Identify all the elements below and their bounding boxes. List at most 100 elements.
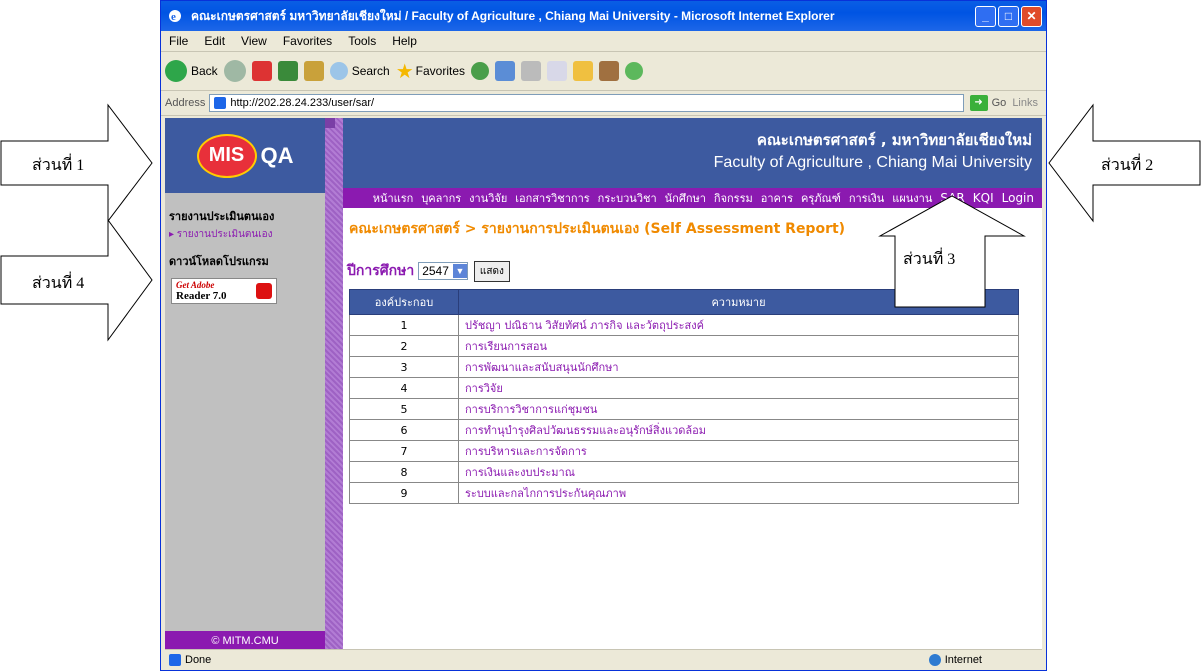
row-number: 3 [349,356,459,378]
row-link[interactable]: ปรัชญา ปณิธาน วิสัยทัศน์ ภารกิจ และวัตถุ… [458,314,1019,336]
row-number: 5 [349,398,459,420]
table-row: 1 ปรัชญา ปณิธาน วิสัยทัศน์ ภารกิจ และวัตถ… [349,314,1019,336]
menu-edit[interactable]: Edit [196,34,233,48]
sidebar-heading-download: ดาวน์โหลดโปรแกรม [169,256,269,268]
home-icon [303,61,324,81]
nav-equipment[interactable]: ครุภัณฑ์ [801,189,841,207]
banner-thai: คณะเกษตรศาสตร์ , มหาวิทยาลัยเชียงใหม่ [756,131,1032,149]
label-part3: ส่วนที่ 3 [903,251,956,268]
table-row: 7 การบริหารและการจัดการ [349,440,1019,462]
row-link[interactable]: การเงินและงบประมาณ [458,461,1019,483]
nav-students[interactable]: นักศึกษา [665,189,706,207]
forward-icon [223,60,246,82]
menu-file[interactable]: File [161,34,196,48]
nav-buildings[interactable]: อาคาร [761,189,793,207]
nav-sar[interactable]: SAR [940,191,964,205]
row-link[interactable]: การทำนุบำรุงศิลปวัฒนธรรมและอนุรักษ์สิ่งแ… [458,419,1019,441]
frame-divider[interactable] [325,118,343,651]
table-row: 2 การเรียนการสอน [349,335,1019,357]
address-input[interactable]: http://202.28.24.233/user/sar/ [209,94,964,112]
row-link[interactable]: การบริการวิชาการแก่ชุมชน [458,398,1019,420]
nav-home[interactable]: หน้าแรก [373,189,414,207]
back-button[interactable]: Back [165,60,218,82]
history-button[interactable] [471,62,490,80]
status-text: Done [185,654,212,666]
divider-handle[interactable] [325,118,335,128]
banner: คณะเกษตรศาสตร์ , มหาวิทยาลัยเชียงใหม่ Fa… [343,118,1042,188]
sidebar-footer: © MITM.CMU [165,631,325,651]
links-label[interactable]: Links [1012,97,1038,109]
nav-bar: หน้าแรก บุคลากร งานวิจัย เอกสารวิชาการ ก… [343,188,1042,208]
nav-finance[interactable]: การเงิน [849,189,884,207]
forward-button[interactable] [223,60,246,82]
home-button[interactable] [303,61,324,81]
print-button[interactable] [521,61,542,81]
search-icon [329,62,348,80]
row-link[interactable]: การบริหารและการจัดการ [458,440,1019,462]
minimize-button[interactable]: _ [975,5,996,27]
row-link[interactable]: การวิจัย [458,377,1019,399]
nav-login[interactable]: Login [1002,191,1034,205]
stop-button[interactable] [251,61,272,81]
menu-tools[interactable]: Tools [340,34,384,48]
adobe-reader-label: Reader 7.0 [176,290,227,302]
nav-personnel[interactable]: บุคลากร [421,189,461,207]
page-icon [214,97,227,109]
table-row: 5 การบริการวิชาการแก่ชุมชน [349,398,1019,420]
row-number: 2 [349,335,459,357]
edit-icon [547,61,568,81]
qa-logo-text: QA [260,142,294,168]
search-label: Search [351,64,390,78]
sidebar-link-report[interactable]: ▸ รายงานประเมินตนเอง [169,227,325,242]
svg-text:e: e [171,11,176,23]
nav-research[interactable]: งานวิจัย [469,189,507,207]
edit-button[interactable] [547,61,568,81]
status-bar: Done Internet [165,649,1042,670]
mail-button[interactable] [495,61,516,81]
window-title: คณะเกษตรศาสตร์ มหาวิทยาลัยเชียงใหม่ / Fa… [191,8,835,23]
show-button[interactable]: แสดง [473,260,510,282]
row-link[interactable]: การพัฒนาและสนับสนุนนักศึกษา [458,356,1019,378]
refresh-button[interactable] [277,61,298,81]
folder-button[interactable] [573,61,594,81]
refresh-icon [277,61,298,81]
adobe-icon [256,283,272,299]
research-button[interactable] [599,61,620,81]
messenger-button[interactable] [625,62,644,80]
adobe-reader-button[interactable]: Get Adobe Reader 7.0 [171,278,277,304]
chevron-down-icon: ▼ [452,264,467,278]
row-number: 8 [349,461,459,483]
go-button[interactable]: ➜ Go [969,95,1007,111]
menu-bar: File Edit View Favorites Tools Help [161,31,1046,52]
nav-courses[interactable]: กระบวนวิชา [598,189,657,207]
print-icon [521,61,542,81]
maximize-button[interactable]: □ [998,5,1019,27]
menu-favorites[interactable]: Favorites [275,34,340,48]
status-page-icon [169,654,181,666]
mis-logo: MIS [196,133,257,178]
nav-plans[interactable]: แผนงาน [892,189,932,207]
menu-view[interactable]: View [233,34,275,48]
favorites-button[interactable]: ★ Favorites [396,59,465,84]
row-number: 6 [349,419,459,441]
row-link[interactable]: การเรียนการสอน [458,335,1019,357]
browser-window: e คณะเกษตรศาสตร์ มหาวิทยาลัยเชียงใหม่ / … [160,0,1047,671]
nav-activities[interactable]: กิจกรรม [714,189,753,207]
ie-icon: e [169,10,181,23]
nav-documents[interactable]: เอกสารวิชาการ [515,189,589,207]
address-label: Address [165,97,206,109]
year-select[interactable]: 2547 ▼ [418,262,468,280]
go-label: Go [991,97,1007,109]
mis-qa-logo[interactable]: MIS QA [165,118,325,193]
internet-zone-icon [928,654,941,666]
close-button[interactable]: ✕ [1021,5,1042,27]
menu-help[interactable]: Help [384,34,425,48]
label-part1: ส่วนที่ 1 [32,157,85,174]
row-link[interactable]: ระบบและกลไกการประกันคุณภาพ [458,482,1019,504]
toolbar: Back Search ★ Favorites [161,52,1046,91]
star-icon: ★ [395,60,414,83]
row-number: 1 [349,314,459,336]
label-part4: ส่วนที่ 4 [32,275,85,292]
nav-kqi[interactable]: KQI [973,191,994,205]
search-button[interactable]: Search [329,62,390,80]
